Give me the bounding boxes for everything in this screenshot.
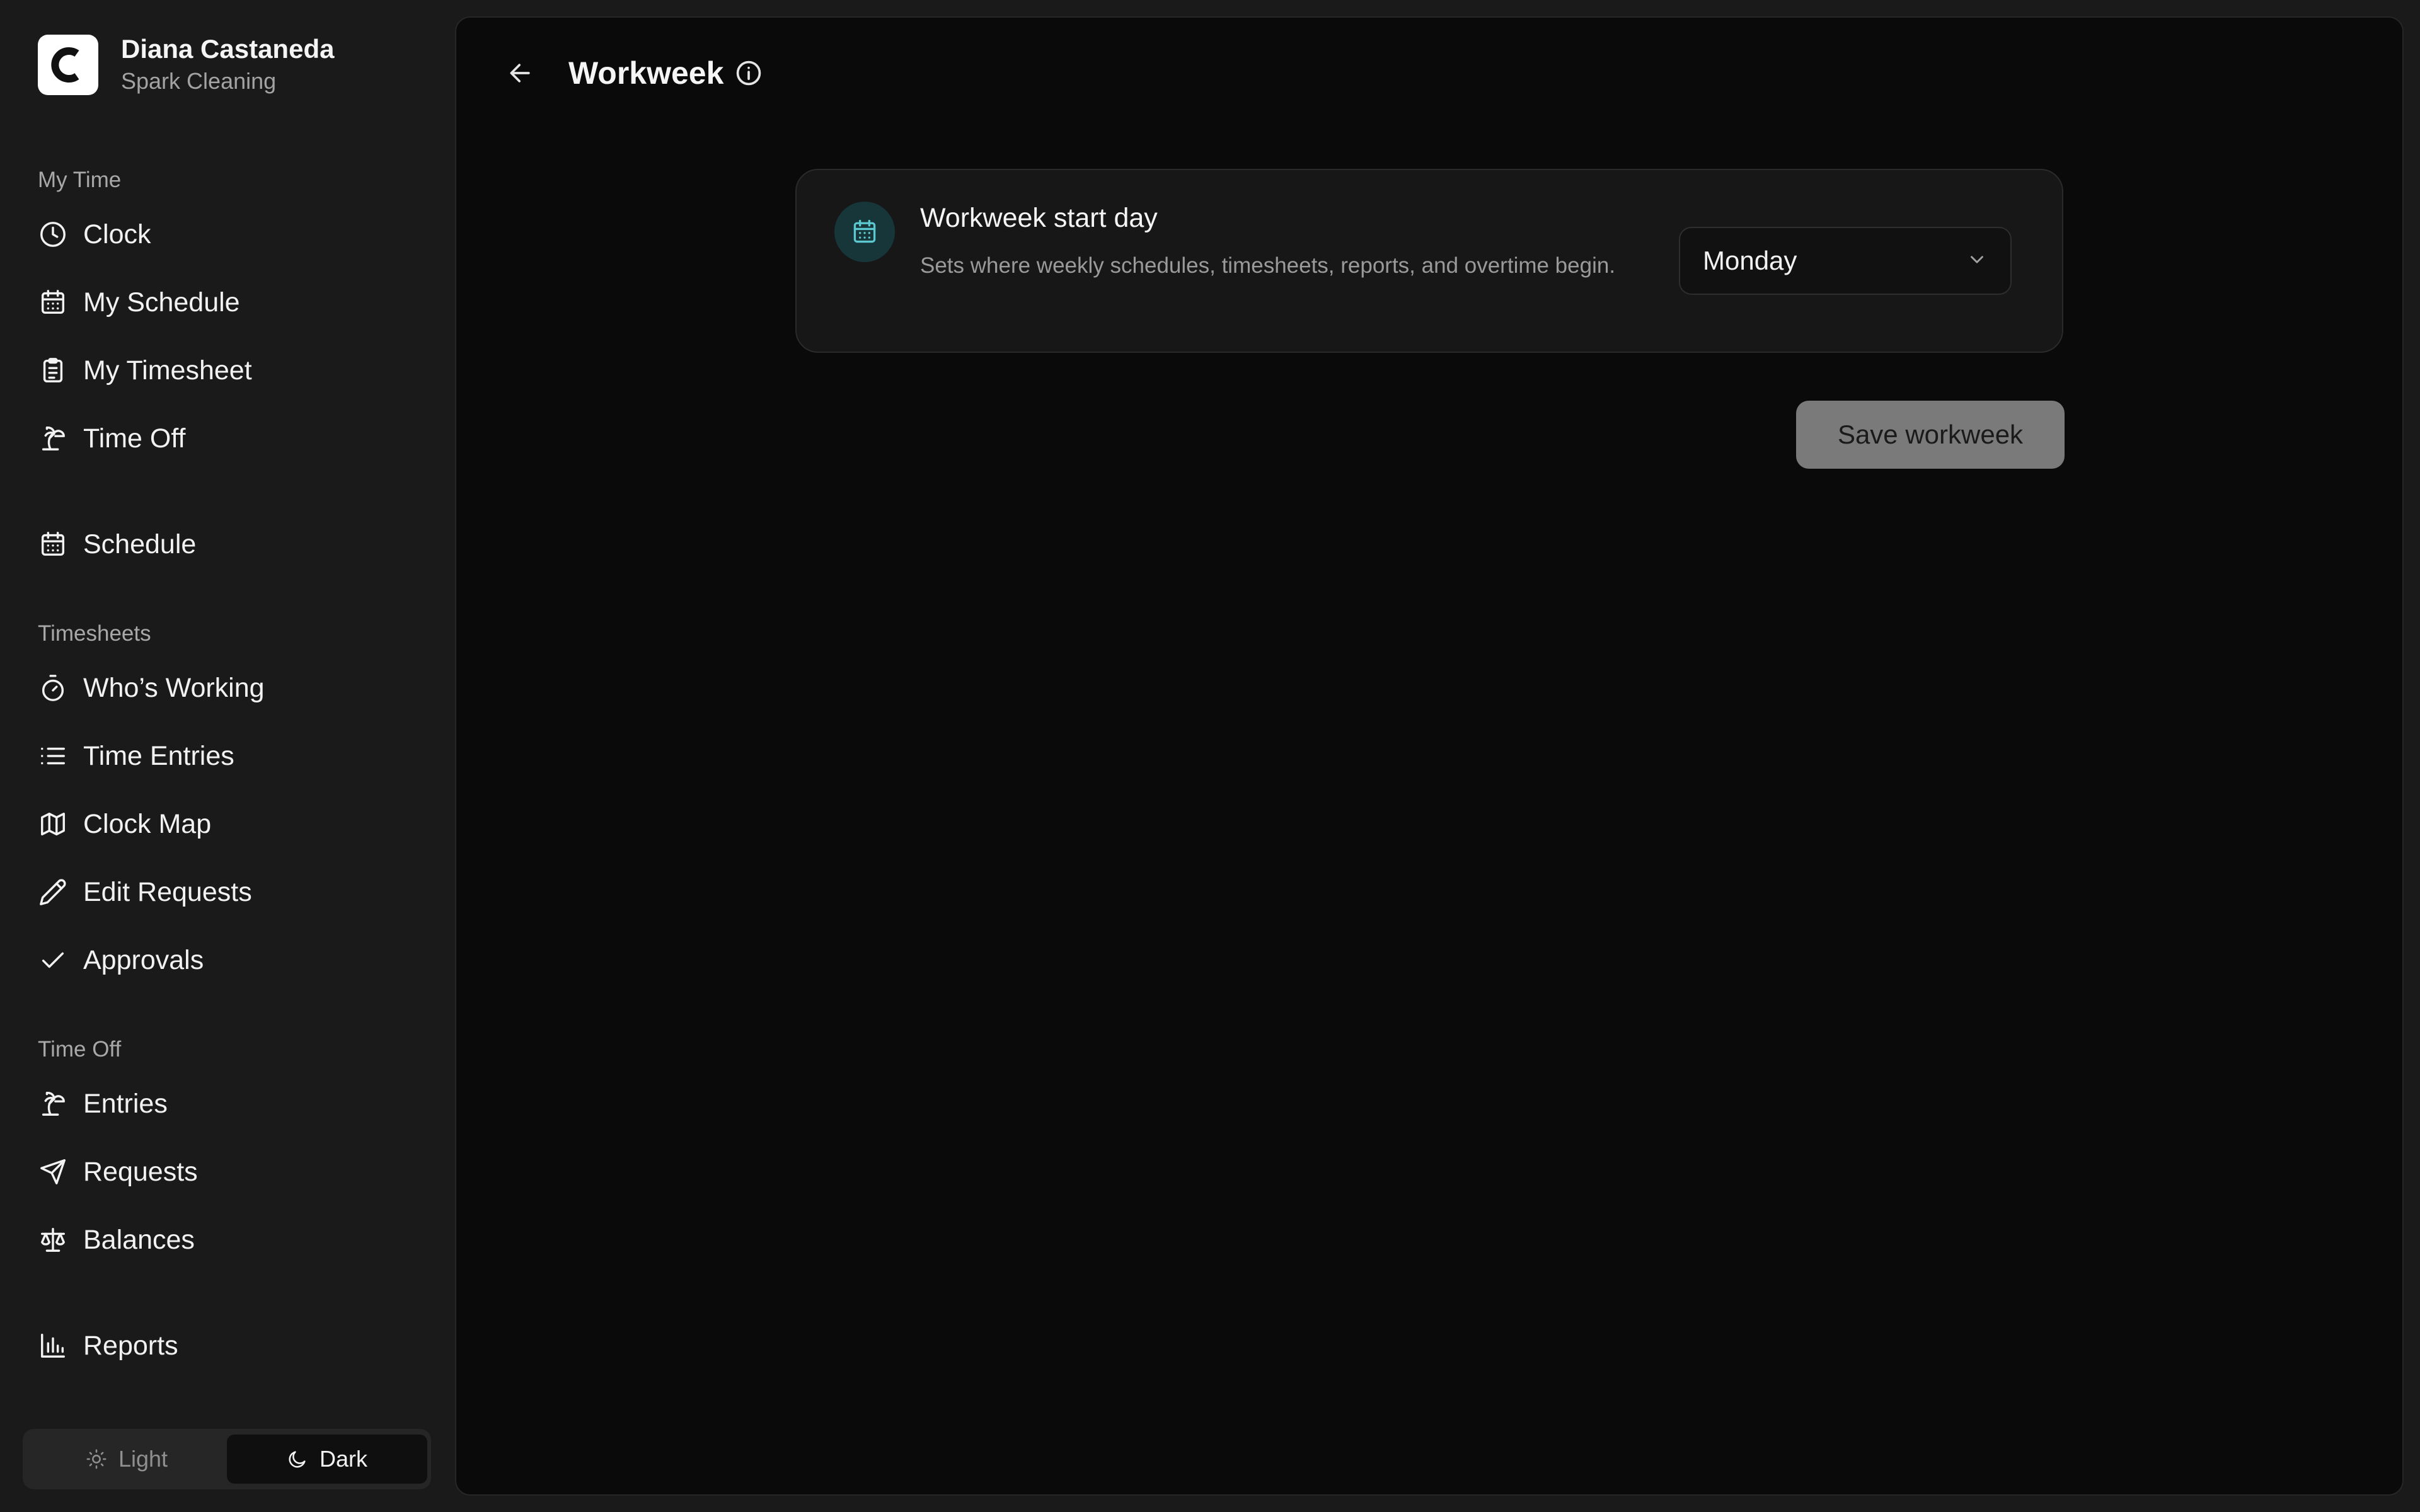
map-icon (38, 809, 68, 839)
calendar-icon (38, 287, 68, 318)
sidebar-item-requests[interactable]: Requests (38, 1148, 416, 1196)
section-label-my-time: My Time (38, 168, 122, 192)
section-label-timesheets: Timesheets (38, 621, 151, 646)
palm-tree-icon (38, 423, 68, 454)
sidebar-item-label: My Timesheet (83, 355, 252, 386)
sidebar-item-clock-map[interactable]: Clock Map (38, 800, 416, 848)
calendar-icon (834, 202, 895, 262)
company-logo (38, 35, 98, 95)
sidebar-item-label: My Schedule (83, 287, 240, 318)
clock-icon (38, 219, 68, 249)
sidebar-item-my-timesheet[interactable]: My Timesheet (38, 346, 416, 394)
theme-toggle: Light Dark (23, 1429, 431, 1489)
account-text: Diana Castaneda Spark Cleaning (121, 33, 334, 97)
sun-icon (86, 1448, 107, 1470)
sidebar-item-label: Time Off (83, 423, 186, 454)
workweek-start-day-select[interactable]: Monday (1679, 227, 2012, 295)
sidebar-item-time-entries[interactable]: Time Entries (38, 732, 416, 780)
stopwatch-icon (38, 673, 68, 703)
card-description: Sets where weekly schedules, timesheets,… (920, 253, 1616, 278)
sidebar-item-entries[interactable]: Entries (38, 1080, 416, 1128)
workweek-start-card: Workweek start day Sets where weekly sch… (795, 169, 2063, 353)
sidebar-item-my-schedule[interactable]: My Schedule (38, 278, 416, 326)
list-icon (38, 741, 68, 771)
user-name: Diana Castaneda (121, 34, 335, 64)
card-title: Workweek start day (920, 203, 1158, 233)
save-workweek-button[interactable]: Save workweek (1796, 401, 2065, 469)
sidebar-item-label: Approvals (83, 944, 204, 975)
scale-icon (38, 1225, 68, 1255)
sidebar-item-label: Edit Requests (83, 876, 252, 907)
sidebar-item-approvals[interactable]: Approvals (38, 936, 416, 984)
page-title: Workweek (568, 55, 724, 91)
sidebar-item-label: Schedule (83, 529, 197, 559)
section-label-time-off: Time Off (38, 1037, 122, 1062)
sidebar-item-schedule[interactable]: Schedule (38, 520, 416, 568)
logo-c-icon (51, 47, 79, 83)
sidebar-item-label: Balances (83, 1224, 195, 1255)
app-root: Diana Castaneda Spark Cleaning My Time C… (0, 0, 2420, 1512)
sidebar-item-clock[interactable]: Clock (38, 210, 416, 258)
main-panel: Workweek Workweek start day Sets where w… (455, 16, 2404, 1496)
sidebar-item-label: Who’s Working (83, 672, 265, 703)
calendar-icon (38, 529, 68, 559)
back-button[interactable] (500, 53, 541, 93)
info-icon[interactable] (735, 59, 763, 87)
sidebar-item-label: Clock Map (83, 808, 212, 839)
sidebar-item-label: Time Entries (83, 740, 234, 771)
sidebar-item-whos-working[interactable]: Who’s Working (38, 664, 416, 712)
sidebar-item-edit-requests[interactable]: Edit Requests (38, 868, 416, 916)
sidebar-item-label: Reports (83, 1330, 178, 1361)
theme-light-label: Light (118, 1446, 168, 1472)
sidebar-item-balances[interactable]: Balances (38, 1216, 416, 1264)
sidebar-item-label: Entries (83, 1088, 168, 1119)
sidebar-item-time-off[interactable]: Time Off (38, 415, 416, 462)
check-icon (38, 945, 68, 975)
palm-tree-icon (38, 1089, 68, 1119)
pencil-icon (38, 877, 68, 907)
sidebar-item-label: Clock (83, 219, 151, 249)
arrow-left-icon (510, 64, 530, 83)
theme-light-button[interactable]: Light (26, 1435, 227, 1484)
chevron-down-icon (1966, 249, 1988, 273)
sidebar-item-label: Requests (83, 1156, 198, 1187)
send-icon (38, 1157, 68, 1187)
sidebar-item-reports[interactable]: Reports (38, 1322, 416, 1370)
moon-icon (287, 1448, 308, 1470)
theme-dark-label: Dark (319, 1446, 367, 1472)
theme-dark-button[interactable]: Dark (227, 1435, 427, 1484)
bar-chart-icon (38, 1331, 68, 1361)
page-header: Workweek (500, 53, 763, 93)
sidebar: Diana Castaneda Spark Cleaning My Time C… (0, 0, 454, 1512)
account-header[interactable]: Diana Castaneda Spark Cleaning (38, 33, 334, 97)
select-value: Monday (1703, 246, 1797, 275)
organization-name: Spark Cleaning (121, 68, 277, 94)
clipboard-list-icon (38, 355, 68, 386)
